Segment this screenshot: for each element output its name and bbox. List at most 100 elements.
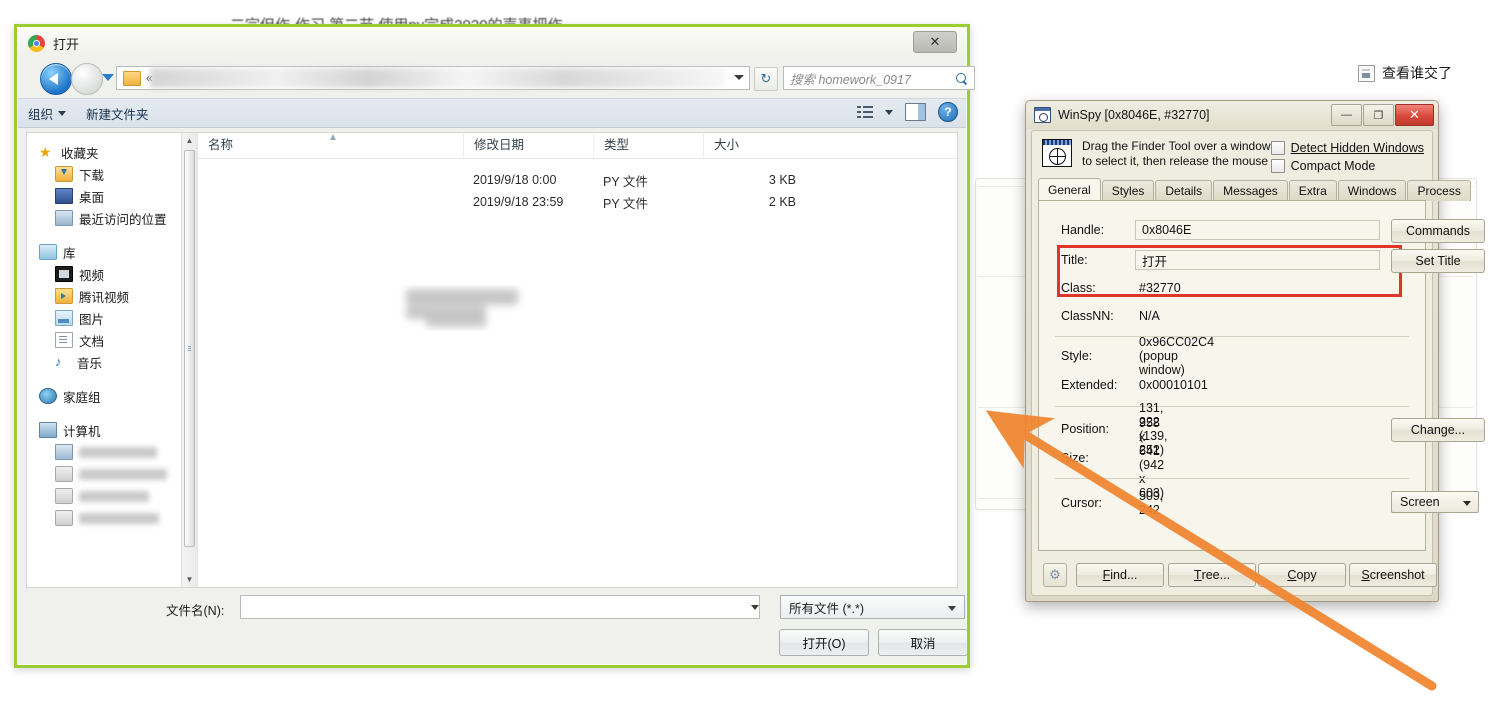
tree-item-desktop[interactable]: 桌面 xyxy=(33,185,197,207)
cancel-button[interactable]: 取消 xyxy=(878,629,968,656)
winspy-window: WinSpy [0x8046E, #32770] — ❐ ✕ Drag the … xyxy=(1025,100,1485,602)
minimize-button[interactable]: — xyxy=(1331,104,1362,126)
checkbox-detect-hidden-windows[interactable]: Detect Hidden Windows xyxy=(1270,139,1424,157)
tree-item-videos[interactable]: 视频 xyxy=(33,263,197,285)
forward-arrow-icon[interactable] xyxy=(71,63,103,95)
change-button[interactable]: Change... xyxy=(1391,418,1485,442)
scroll-down-icon[interactable]: ▼ xyxy=(182,572,197,587)
tree-item-recent-places[interactable]: 最近访问的位置 xyxy=(33,207,197,229)
tab-extra[interactable]: Extra xyxy=(1288,180,1337,201)
file-size: 3 KB xyxy=(768,173,796,187)
new-folder-button[interactable]: 新建文件夹 xyxy=(76,104,159,123)
winspy-title: WinSpy [0x8046E, #32770] xyxy=(1058,108,1210,122)
close-button[interactable]: ✕ xyxy=(913,31,957,53)
tab-windows[interactable]: Windows xyxy=(1337,180,1407,201)
tree-label: 图片 xyxy=(79,312,105,327)
drive-icon xyxy=(55,488,73,504)
chevron-down-icon xyxy=(1463,501,1471,506)
tree-label: 最近访问的位置 xyxy=(79,212,167,227)
file-size: 2 KB xyxy=(768,195,796,209)
chevron-down-icon[interactable] xyxy=(102,74,114,81)
set-title-button[interactable]: Set Title xyxy=(1391,249,1485,273)
column-header-type[interactable]: 类型 xyxy=(593,133,703,158)
tree-item-documents[interactable]: 文档 xyxy=(33,329,197,351)
cursor-value: 509, 242 xyxy=(1139,489,1164,517)
tree-button[interactable]: Tree... xyxy=(1168,563,1256,587)
tree-item-downloads[interactable]: 下载 xyxy=(33,163,197,185)
commands-button[interactable]: Commands xyxy=(1391,219,1485,243)
checkbox-compact-mode[interactable]: Compact Mode xyxy=(1270,157,1424,175)
scrollbar-thumb[interactable] xyxy=(184,150,195,547)
folder-tree: ★ 收藏夹 下载 桌面 最近访问的位置 库 视频 腾讯视频 图片 文档 ♪ 音乐… xyxy=(27,133,197,529)
tree-item-homegroup[interactable]: 家庭组 xyxy=(33,385,197,407)
tree-label: 文档 xyxy=(79,334,105,349)
tree-item-libraries[interactable]: 库 xyxy=(33,241,197,263)
scroll-up-icon[interactable]: ▲ xyxy=(182,133,197,148)
tab-details[interactable]: Details xyxy=(1155,180,1213,201)
tree-item-pictures[interactable]: 图片 xyxy=(33,307,197,329)
gear-icon[interactable]: ⚙ xyxy=(1043,563,1067,587)
preview-pane-icon[interactable] xyxy=(905,103,926,121)
downloads-icon xyxy=(55,166,73,182)
handle-value[interactable]: 0x8046E xyxy=(1135,220,1380,240)
cursor-mode-select[interactable]: Screen xyxy=(1391,491,1479,513)
open-dialog-titlebar: 打开 ✕ xyxy=(18,28,966,58)
tree-item-computer[interactable]: 计算机 xyxy=(33,419,197,441)
finder-tool-icon[interactable] xyxy=(1042,139,1072,167)
tree-item-drive[interactable] xyxy=(33,485,197,507)
tree-label: ree... xyxy=(1201,568,1231,582)
tab-process[interactable]: Process xyxy=(1407,180,1471,201)
finder-hint: Drag the Finder Tool over a window to se… xyxy=(1042,139,1271,169)
organize-menu[interactable]: 组织 xyxy=(18,104,76,123)
dialog-toolbar: 组织 新建文件夹 ? xyxy=(18,98,966,128)
checkbox-box[interactable] xyxy=(1270,159,1285,173)
column-header-date[interactable]: 修改日期 xyxy=(463,133,593,158)
tree-label: 下载 xyxy=(79,168,105,183)
copy-button[interactable]: Copy xyxy=(1258,563,1346,587)
chevron-down-icon xyxy=(58,110,67,116)
position-label: Position: xyxy=(1061,422,1109,436)
filename-input[interactable] xyxy=(240,595,760,619)
checkbox-box[interactable] xyxy=(1270,141,1285,155)
open-file-dialog: 打开 ✕ « ↻ 搜索 homework_0917 组织 新建文 xyxy=(14,24,975,668)
column-header-size[interactable]: 大小 xyxy=(703,133,808,158)
search-input[interactable]: 搜索 homework_0917 xyxy=(783,66,975,90)
chevron-down-icon[interactable] xyxy=(885,109,893,115)
tree-item-drive[interactable] xyxy=(33,441,197,463)
sort-ascending-icon: ▲ xyxy=(328,132,338,143)
table-row[interactable]: 2019/9/18 0:00 PY 文件 3 KB xyxy=(198,169,957,191)
refresh-icon[interactable]: ↻ xyxy=(754,67,778,91)
style-label: Style: xyxy=(1061,349,1093,363)
screenshot-button[interactable]: Screenshot xyxy=(1349,563,1437,587)
navigation-bar: « ↻ 搜索 homework_0917 xyxy=(18,58,975,98)
extended-value: 0x00010101 xyxy=(1139,378,1208,392)
list-view-icon[interactable] xyxy=(857,105,873,119)
tree-label: 家庭组 xyxy=(63,390,101,405)
navigation-pane-scrollbar[interactable]: ▲ ▼ xyxy=(181,133,197,587)
tree-item-favorites[interactable]: ★ 收藏夹 xyxy=(33,141,197,163)
file-type-select[interactable]: 所有文件 (*.*) xyxy=(780,595,965,619)
close-button[interactable]: ✕ xyxy=(1395,104,1434,126)
tree-label: 收藏夹 xyxy=(61,146,99,161)
maximize-button[interactable]: ❐ xyxy=(1363,104,1394,126)
title-value[interactable]: 打开 xyxy=(1135,250,1380,270)
table-row[interactable]: 2019/9/18 23:59 PY 文件 2 KB xyxy=(198,191,957,213)
view-submitters-link[interactable]: 查看谁交了 xyxy=(1358,63,1452,83)
tab-styles[interactable]: Styles xyxy=(1101,180,1155,201)
tree-item-drive[interactable] xyxy=(33,463,197,485)
tree-item-music[interactable]: ♪ 音乐 xyxy=(33,351,197,373)
address-dropdown-icon[interactable] xyxy=(734,75,744,80)
find-button[interactable]: Find... xyxy=(1076,563,1164,587)
help-icon[interactable]: ? xyxy=(938,102,958,122)
open-button[interactable]: 打开(O) xyxy=(779,629,869,656)
filename-label: 文件名(N): xyxy=(166,604,225,618)
tab-general[interactable]: General xyxy=(1038,178,1101,201)
back-arrow-icon[interactable] xyxy=(40,63,72,95)
tree-item-drive[interactable] xyxy=(33,507,197,529)
tree-item-tencent-video[interactable]: 腾讯视频 xyxy=(33,285,197,307)
chevron-down-icon[interactable] xyxy=(751,605,759,610)
size-value: 958 x 641 (942 x 603) xyxy=(1139,416,1165,500)
tab-messages[interactable]: Messages xyxy=(1213,180,1288,201)
folder-icon xyxy=(123,70,141,86)
tree-label: 计算机 xyxy=(63,424,101,439)
